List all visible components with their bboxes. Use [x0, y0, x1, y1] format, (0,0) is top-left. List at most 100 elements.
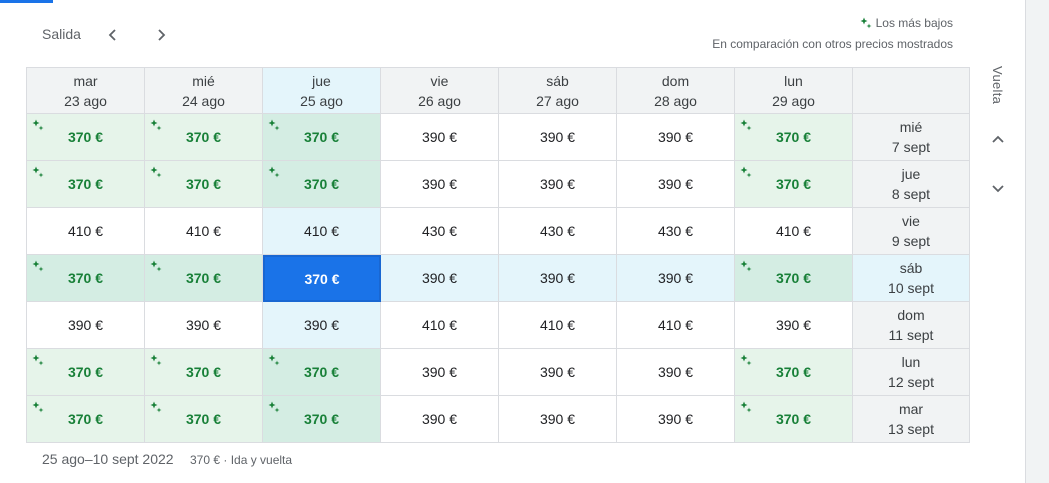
sparkle-icon [32, 400, 44, 413]
price-cell[interactable]: 410 € [145, 208, 263, 255]
previous-return-week-button[interactable] [985, 127, 1011, 153]
price-cell[interactable]: 390 € [617, 161, 735, 208]
price-cell[interactable]: 370 € [735, 255, 853, 302]
next-return-week-button[interactable] [985, 175, 1011, 201]
departure-day: vie [430, 72, 449, 89]
departure-day: mar [73, 72, 98, 89]
price-cell[interactable]: 370 € [735, 161, 853, 208]
departure-column-header: jue 25 ago [263, 68, 381, 114]
price-cell[interactable]: 370 € [735, 396, 853, 443]
price-cell[interactable]: 410 € [27, 208, 145, 255]
price-cell[interactable]: 410 € [499, 302, 617, 349]
price-value: 370 € [303, 129, 340, 145]
price-cell[interactable]: 370 € [263, 255, 381, 302]
departure-day: dom [661, 72, 690, 89]
price-cell[interactable]: 370 € [263, 161, 381, 208]
sparkle-icon [32, 165, 44, 178]
departure-column-header: dom 28 ago [617, 68, 735, 114]
price-cell[interactable]: 370 € [145, 114, 263, 161]
price-cell[interactable]: 390 € [499, 396, 617, 443]
price-cell[interactable]: 370 € [27, 349, 145, 396]
next-week-button[interactable] [148, 22, 174, 48]
footer-price-info: 370 € · Ida y vuelta [190, 453, 293, 467]
sparkle-icon [150, 353, 162, 366]
price-cell[interactable]: 410 € [617, 302, 735, 349]
price-value: 430 € [539, 223, 576, 239]
price-cell[interactable]: 430 € [617, 208, 735, 255]
price-cell[interactable]: 370 € [145, 255, 263, 302]
price-cell[interactable]: 370 € [263, 396, 381, 443]
price-cell[interactable]: 370 € [27, 396, 145, 443]
legend-subtitle: En comparación con otros precios mostrad… [712, 37, 953, 51]
previous-week-button[interactable] [100, 22, 126, 48]
return-day: mar [898, 401, 924, 417]
price-cell[interactable]: 430 € [381, 208, 499, 255]
price-cell[interactable]: 390 € [381, 161, 499, 208]
departure-date: 23 ago [64, 92, 107, 109]
price-cell[interactable]: 390 € [145, 302, 263, 349]
price-cell[interactable]: 390 € [263, 302, 381, 349]
sparkle-icon [150, 400, 162, 413]
price-cell[interactable]: 370 € [263, 349, 381, 396]
price-cell[interactable]: 370 € [27, 114, 145, 161]
sparkle-icon [32, 259, 44, 272]
price-cell[interactable]: 390 € [381, 396, 499, 443]
price-value: 370 € [775, 270, 812, 286]
price-cell[interactable]: 390 € [617, 349, 735, 396]
sparkle-icon [150, 118, 162, 131]
price-value: 390 € [421, 364, 458, 380]
chevron-down-icon [992, 185, 1004, 193]
return-date: 12 sept [888, 374, 934, 390]
price-cell[interactable]: 370 € [145, 161, 263, 208]
price-cell[interactable]: 390 € [381, 114, 499, 161]
price-value: 390 € [421, 176, 458, 192]
scroll-gutter [1025, 0, 1049, 483]
price-cell[interactable]: 390 € [499, 161, 617, 208]
price-value: 370 € [67, 176, 104, 192]
price-cell[interactable]: 370 € [27, 255, 145, 302]
price-value: 370 € [185, 364, 222, 380]
price-cell[interactable]: 410 € [735, 208, 853, 255]
sparkle-icon [268, 165, 280, 178]
sparkle-icon [150, 259, 162, 272]
grid-corner [853, 68, 970, 114]
return-date: 9 sept [891, 233, 931, 249]
price-cell[interactable]: 390 € [735, 302, 853, 349]
chevron-right-icon [158, 29, 166, 41]
return-day: dom [897, 307, 925, 323]
price-cell[interactable]: 370 € [145, 349, 263, 396]
departure-day: mié [192, 72, 215, 89]
price-value: 370 € [67, 411, 104, 427]
return-day: sáb [899, 260, 923, 276]
price-cell[interactable]: 370 € [735, 349, 853, 396]
price-cell[interactable]: 390 € [617, 396, 735, 443]
price-value: 410 € [421, 317, 458, 333]
departure-day: jue [312, 72, 331, 89]
return-day: jue [901, 166, 921, 182]
price-cell[interactable]: 390 € [381, 349, 499, 396]
price-cell[interactable]: 370 € [145, 396, 263, 443]
price-cell[interactable]: 390 € [499, 255, 617, 302]
price-cell[interactable]: 430 € [499, 208, 617, 255]
price-cell[interactable]: 370 € [27, 161, 145, 208]
price-value: 390 € [421, 129, 458, 145]
price-cell[interactable]: 390 € [27, 302, 145, 349]
return-row-header: lun 12 sept [853, 349, 970, 396]
price-cell[interactable]: 410 € [263, 208, 381, 255]
price-cell[interactable]: 390 € [617, 255, 735, 302]
sparkle-icon [740, 353, 752, 366]
sparkle-icon [32, 353, 44, 366]
price-cell[interactable]: 390 € [617, 114, 735, 161]
price-cell[interactable]: 390 € [381, 255, 499, 302]
price-value: 370 € [67, 270, 104, 286]
price-value: 390 € [539, 270, 576, 286]
price-cell[interactable]: 370 € [263, 114, 381, 161]
return-date: 7 sept [891, 139, 931, 155]
price-cell[interactable]: 390 € [499, 114, 617, 161]
sparkle-icon [740, 118, 752, 131]
chevron-up-icon [992, 135, 1004, 143]
price-value: 370 € [303, 411, 340, 427]
price-cell[interactable]: 390 € [499, 349, 617, 396]
price-cell[interactable]: 410 € [381, 302, 499, 349]
price-cell[interactable]: 370 € [735, 114, 853, 161]
